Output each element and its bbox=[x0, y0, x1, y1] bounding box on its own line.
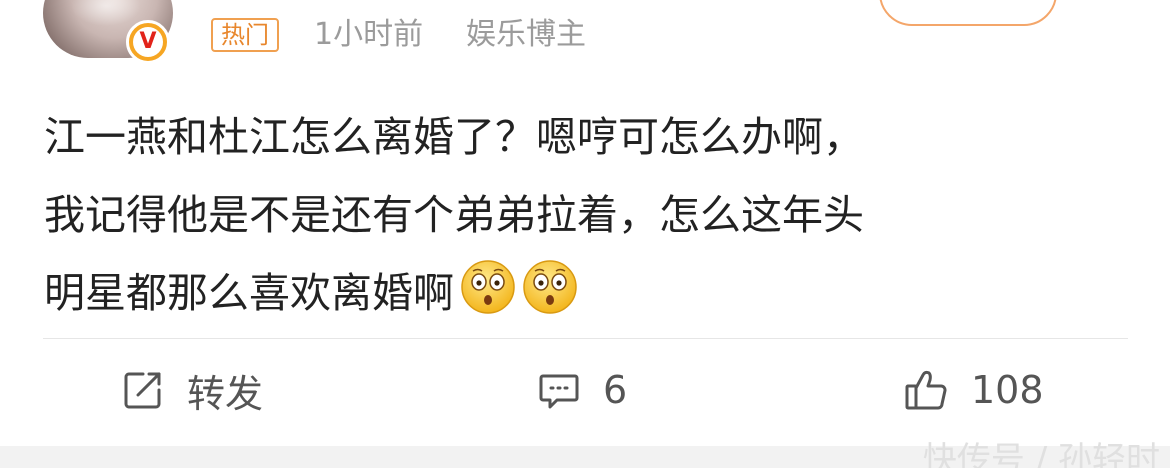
post-content: 江一燕和杜江怎么离婚了？嗯哼可怎么办啊， 我记得他是不是还有个弟弟拉着，怎么这年… bbox=[44, 98, 1134, 332]
content-line-last: 明星都那么喜欢离婚啊 bbox=[44, 254, 1134, 332]
content-line-text: 明星都那么喜欢离婚啊 bbox=[44, 269, 454, 317]
thumbs-up-icon bbox=[905, 370, 947, 410]
verified-badge-letter: V bbox=[133, 27, 163, 57]
author-role: 娱乐博主 bbox=[466, 17, 586, 52]
weibo-post: V 热门 1小时前 娱乐博主 江一燕和杜江怎么离婚了？嗯哼可怎么办啊， 我记得他… bbox=[0, 0, 1170, 468]
divider bbox=[43, 338, 1128, 339]
post-time: 1小时前 bbox=[314, 17, 424, 52]
repost-icon bbox=[124, 372, 161, 409]
shocked-face-icon bbox=[461, 260, 515, 314]
shocked-face-icon bbox=[523, 260, 577, 314]
comment-icon bbox=[539, 374, 579, 409]
content-line: 我记得他是不是还有个弟弟拉着，怎么这年头 bbox=[44, 191, 864, 239]
like-button[interactable]: 108 bbox=[903, 362, 1044, 418]
follow-button[interactable] bbox=[879, 0, 1057, 26]
like-count: 108 bbox=[971, 368, 1044, 412]
verified-badge-icon: V bbox=[126, 20, 170, 64]
repost-label: 转发 bbox=[187, 371, 264, 416]
comment-button[interactable]: 6 bbox=[537, 362, 627, 418]
repost-button[interactable]: 转发 bbox=[121, 362, 263, 418]
content-line: 江一燕和杜江怎么离婚了？嗯哼可怎么办啊， bbox=[44, 113, 864, 161]
watermark: 快传号 / 孙轻时 bbox=[922, 440, 1160, 468]
hot-tag: 热门 bbox=[211, 18, 279, 52]
comment-count: 6 bbox=[603, 368, 628, 412]
